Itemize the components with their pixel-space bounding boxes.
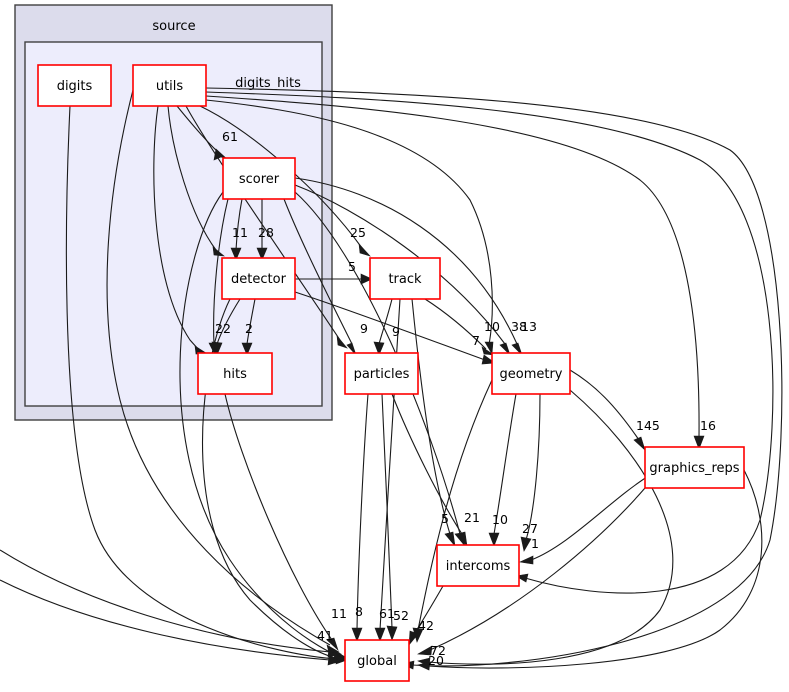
node-track[interactable]: track bbox=[369, 257, 441, 300]
node-label-hits: hits bbox=[223, 367, 247, 382]
node-label-utils: utils bbox=[156, 79, 184, 94]
edge-label: 11 bbox=[232, 225, 248, 240]
edge-label: 2 bbox=[245, 321, 253, 336]
node-graphics_reps[interactable]: graphics_reps bbox=[644, 446, 745, 489]
edge-label: 61 bbox=[222, 129, 238, 144]
edge-label: 5 bbox=[348, 259, 356, 274]
edge-label: 42 bbox=[418, 618, 434, 633]
node-label-geometry: geometry bbox=[499, 367, 562, 382]
node-intercoms[interactable]: intercoms bbox=[436, 544, 520, 587]
edge-label: 16 bbox=[700, 418, 716, 433]
edge-label: 20 bbox=[428, 653, 444, 668]
edge-label: 7 bbox=[472, 333, 480, 348]
node-label-intercoms: intercoms bbox=[446, 559, 511, 574]
edge-label: 11 bbox=[331, 606, 347, 621]
edge-label: 9 bbox=[392, 324, 400, 339]
node-geometry[interactable]: geometry bbox=[491, 352, 571, 395]
edge-label: 41 bbox=[317, 628, 333, 643]
edge-label: 145 bbox=[636, 418, 660, 433]
edge-label: 21 bbox=[464, 510, 480, 525]
edge-label: 9 bbox=[360, 321, 368, 336]
edge-label: 10 bbox=[484, 319, 500, 334]
node-label-detector: detector bbox=[231, 272, 287, 287]
node-global[interactable]: global bbox=[344, 639, 410, 682]
edge-label: 52 bbox=[393, 608, 409, 623]
edge-label: 22 bbox=[215, 321, 231, 336]
edge-label: 5 bbox=[441, 511, 449, 526]
cluster-label-source: source bbox=[152, 19, 195, 34]
node-label-digits: digits bbox=[57, 79, 93, 94]
edge-label: 28 bbox=[258, 225, 274, 240]
node-label-track: track bbox=[388, 272, 422, 287]
node-scorer[interactable]: scorer bbox=[222, 157, 296, 200]
node-digits[interactable]: digits bbox=[37, 64, 112, 107]
node-label-global: global bbox=[357, 654, 397, 669]
dependency-graph-canvas: source digits_hits 61 11 28 25 5 22 2 9 … bbox=[0, 0, 789, 692]
edge-label: 13 bbox=[521, 319, 537, 334]
node-label-scorer: scorer bbox=[239, 172, 280, 187]
node-label-particles: particles bbox=[354, 367, 410, 382]
graph-svg: sourcedigits_hits 6111 28 25522 2 9 9 10… bbox=[0, 4, 783, 682]
edge-label: 10 bbox=[492, 512, 508, 527]
edge-label: 25 bbox=[350, 225, 366, 240]
node-particles[interactable]: particles bbox=[344, 352, 419, 395]
node-utils[interactable]: utils bbox=[132, 64, 207, 107]
node-detector[interactable]: detector bbox=[221, 257, 296, 300]
edge-label: 8 bbox=[355, 604, 363, 619]
node-label-graphics_reps: graphics_reps bbox=[649, 461, 739, 476]
edge-label: 27 bbox=[522, 521, 538, 536]
edge-label: 1 bbox=[531, 536, 539, 551]
node-hits[interactable]: hits bbox=[197, 352, 273, 395]
